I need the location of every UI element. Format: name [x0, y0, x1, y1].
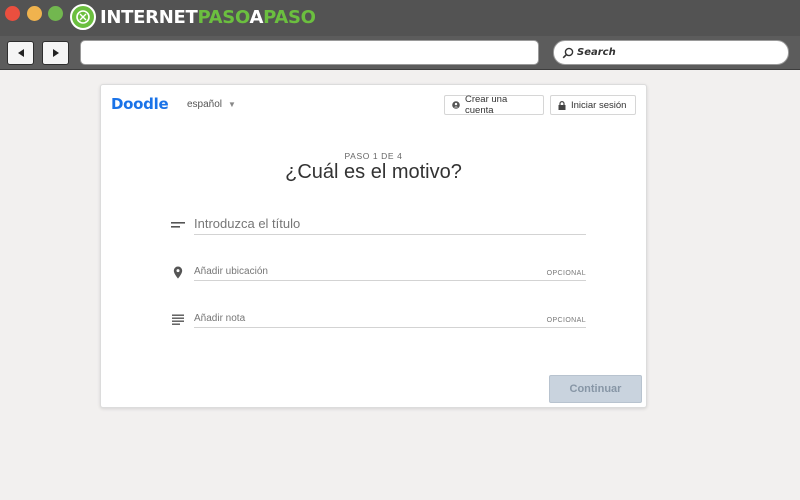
notes-icon	[170, 312, 186, 326]
doodle-card: Doodle español ▼ Crear una cuenta Inicia…	[100, 84, 647, 408]
language-label: español	[187, 99, 223, 110]
doodle-logo[interactable]: Doodle	[111, 95, 169, 113]
search-icon	[562, 47, 574, 58]
location-input[interactable]: Añadir ubicación OPCIONAL	[194, 263, 586, 281]
browser-toolbar: Search	[0, 36, 800, 70]
continue-button[interactable]: Continuar	[549, 375, 642, 403]
note-input[interactable]: Añadir nota OPCIONAL	[194, 310, 586, 328]
minimize-window-button[interactable]	[27, 6, 42, 21]
lock-icon	[558, 100, 566, 110]
page-title: ¿Cuál es el motivo?	[285, 161, 462, 183]
step-indicator: PASO 1 DE 4	[344, 151, 403, 161]
arrow-right-icon	[52, 49, 59, 57]
logo-text-internet: INTERNET	[100, 6, 198, 28]
chevron-down-icon: ▼	[228, 100, 236, 109]
user-icon	[452, 101, 460, 109]
title-input[interactable]: Introduzca el título	[194, 214, 586, 235]
location-placeholder: Añadir ubicación	[194, 266, 268, 277]
short-text-icon	[170, 218, 186, 232]
window-titlebar: INTERNETPASOAPASO	[0, 0, 800, 36]
forward-button[interactable]	[42, 41, 69, 65]
maximize-window-button[interactable]	[48, 6, 63, 21]
logo-text-a: A	[249, 6, 264, 28]
language-selector[interactable]: español ▼	[187, 99, 236, 110]
logo-text-paso: PASO	[197, 6, 250, 28]
site-logo: INTERNETPASOAPASO	[70, 4, 316, 30]
create-account-button[interactable]: Crear una cuenta	[444, 94, 544, 116]
location-optional-label: OPCIONAL	[546, 270, 586, 277]
back-button[interactable]	[7, 41, 34, 65]
title-placeholder: Introduzca el título	[194, 216, 301, 231]
login-button[interactable]: Iniciar sesión	[550, 95, 636, 115]
create-account-label: Crear una cuenta	[465, 94, 508, 116]
browser-search-field[interactable]: Search	[553, 40, 789, 65]
location-pin-icon	[170, 265, 186, 279]
url-bar[interactable]	[80, 40, 539, 65]
search-placeholder: Search	[577, 47, 616, 58]
close-window-button[interactable]	[5, 6, 20, 21]
arrow-left-icon	[17, 49, 24, 57]
note-placeholder: Añadir nota	[194, 313, 246, 324]
logo-icon	[70, 4, 96, 30]
note-optional-label: OPCIONAL	[546, 317, 586, 324]
login-label: Iniciar sesión	[571, 99, 627, 111]
logo-text-paso-2: PASO	[263, 6, 316, 28]
